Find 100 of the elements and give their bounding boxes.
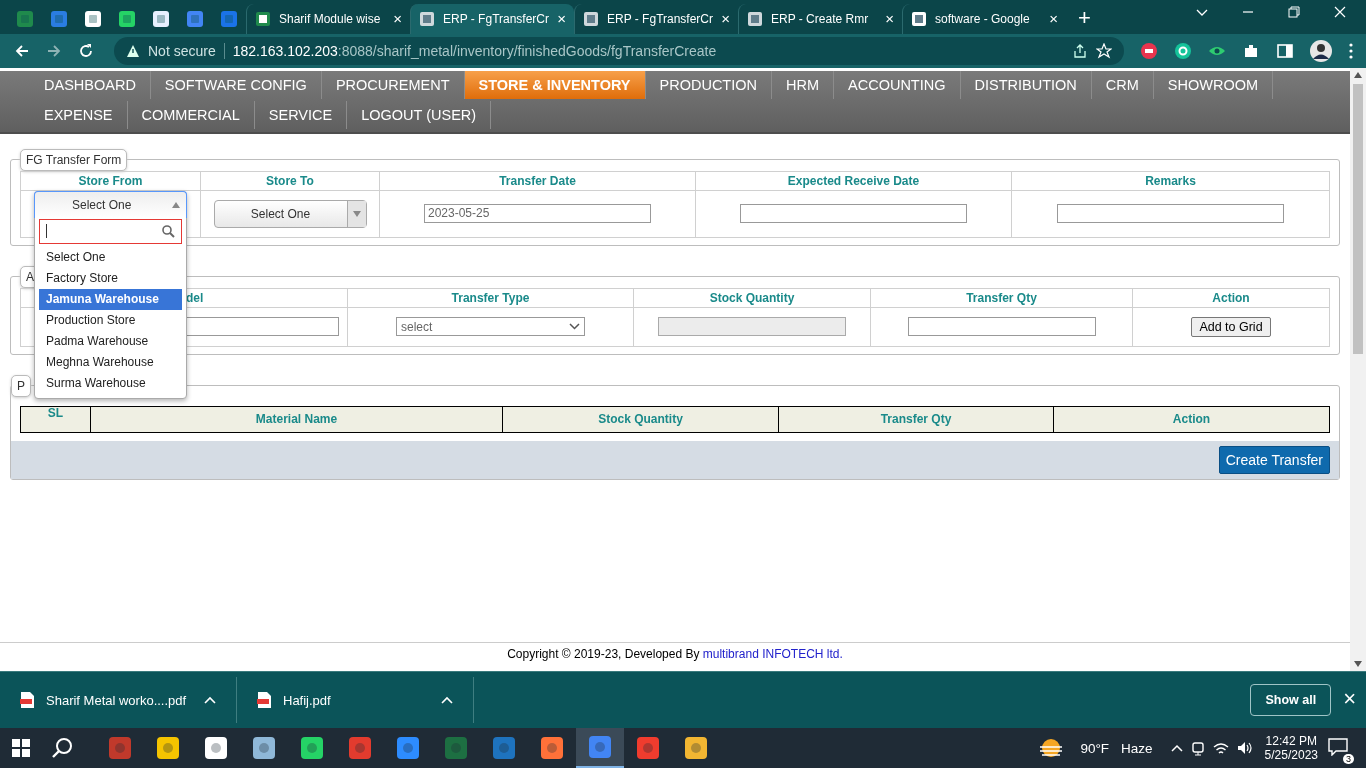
column-header: Transfer Type xyxy=(451,290,530,305)
app-icon xyxy=(492,736,516,760)
new-tab-button[interactable]: + xyxy=(1078,4,1091,31)
avatar-icon[interactable] xyxy=(1310,39,1332,62)
app-icon xyxy=(540,736,564,760)
app-icon xyxy=(252,736,276,760)
dropdown-arrow-icon xyxy=(172,201,180,208)
app-icon xyxy=(51,10,67,27)
chevron-up-icon[interactable] xyxy=(204,696,216,705)
clock-date: 5/25/2023 xyxy=(1264,748,1318,762)
scroll-down-icon[interactable] xyxy=(1354,661,1362,668)
dropdown-option[interactable]: Select One xyxy=(39,246,182,268)
transfer-qty-field[interactable] xyxy=(907,317,1096,337)
menu-item[interactable]: SERVICE xyxy=(254,100,348,129)
speaker-icon[interactable] xyxy=(1236,741,1253,755)
dropdown-option[interactable]: Production Store xyxy=(39,309,182,331)
browser-tab[interactable]: software - Google × xyxy=(902,3,1066,34)
dropdown-option[interactable]: Factory Store xyxy=(39,267,182,289)
browser-tab[interactable]: ERP - FgTransferCr × xyxy=(410,3,574,34)
wifi-icon[interactable] xyxy=(1212,741,1229,755)
back-icon[interactable] xyxy=(14,42,30,59)
menu-item[interactable]: LOGOUT (USER) xyxy=(347,100,492,129)
download-item[interactable]: Sharif Metal worko....pdf xyxy=(0,692,236,709)
close-icon[interactable] xyxy=(1334,5,1346,18)
weather-text: Haze xyxy=(1121,740,1153,756)
browser-tab[interactable]: ERP - Create Rmr × xyxy=(738,3,902,34)
app-icon xyxy=(156,736,180,760)
column-header: Transfer Qty xyxy=(880,412,952,427)
transfer-type-select[interactable]: select xyxy=(396,317,585,337)
menu-item[interactable]: SOFTWARE CONFIG xyxy=(150,70,322,99)
add-to-grid-button[interactable]: Add to Grid xyxy=(1191,316,1271,337)
column-header: Stock Quantity xyxy=(598,412,683,427)
address-bar[interactable]: Not secure 182.163.102.203:8088/sharif_metal/inventory/finishedGoods/fgTransferCreate xyxy=(114,36,1124,65)
tab-title: ERP - FgTransferCr xyxy=(443,11,550,26)
copyright-text: Copyright © 2019-23, Developed By multibrand INFOTECH ltd. xyxy=(507,647,843,662)
search-icon[interactable] xyxy=(52,737,74,759)
notification-badge: 3 xyxy=(1343,753,1354,764)
restore-icon[interactable] xyxy=(1288,5,1300,18)
expected-receive-date-field[interactable] xyxy=(740,204,967,224)
menu-item[interactable]: HRM xyxy=(772,70,835,99)
meet-now-icon[interactable] xyxy=(1190,740,1205,756)
app-icon xyxy=(187,10,203,27)
company-link[interactable]: multibrand INFOTECH ltd. xyxy=(702,647,843,662)
section-legend: P xyxy=(11,374,31,397)
chevron-up-icon[interactable] xyxy=(441,696,453,705)
column-header: Stock Quantity xyxy=(709,290,795,305)
scroll-up-icon[interactable] xyxy=(1354,71,1362,78)
dropdown-option[interactable]: Padma Warehouse xyxy=(39,330,182,352)
extension-icon[interactable] xyxy=(1174,41,1192,60)
column-header: Transfer Qty xyxy=(966,290,1037,305)
download-item[interactable]: Hafij.pdf xyxy=(237,692,473,709)
column-header: Action xyxy=(1172,412,1211,427)
chevron-up-icon[interactable] xyxy=(1170,744,1183,752)
page-icon xyxy=(255,10,271,27)
dropdown-option[interactable]: Surma Warehouse xyxy=(39,372,182,394)
store-from-select[interactable]: Select One xyxy=(34,190,187,218)
extension-icon[interactable] xyxy=(1140,41,1158,60)
star-icon[interactable] xyxy=(1096,42,1112,59)
store-to-select[interactable]: Select One xyxy=(213,199,367,228)
tab-close-button[interactable]: × xyxy=(885,10,894,28)
menu-item[interactable]: DASHBOARD xyxy=(30,70,151,99)
security-label: Not secure xyxy=(148,42,216,59)
browser-tab[interactable]: Sharif Module wise × xyxy=(246,3,410,34)
menu-icon[interactable] xyxy=(1348,41,1354,60)
menu-item[interactable]: PRODUCTION xyxy=(645,70,772,99)
tab-close-button[interactable]: × xyxy=(393,10,402,28)
page-icon xyxy=(419,10,435,27)
notification-icon[interactable] xyxy=(1328,737,1348,756)
menu-item[interactable]: ACCOUNTING xyxy=(834,70,961,99)
remarks-field[interactable] xyxy=(1057,204,1284,224)
menu-item[interactable]: SHOWROOM xyxy=(1153,70,1274,99)
menu-item[interactable]: CRM xyxy=(1091,70,1154,99)
tab-close-button[interactable]: × xyxy=(1049,10,1058,28)
column-header: Action xyxy=(1212,290,1250,305)
transfer-date-field[interactable]: 2023-05-25 xyxy=(424,204,651,224)
search-field[interactable] xyxy=(39,218,182,244)
browser-tab[interactable]: ERP - FgTransferCr × xyxy=(574,3,738,34)
forward-icon[interactable] xyxy=(46,42,62,59)
create-transfer-button[interactable]: Create Transfer xyxy=(1218,445,1330,474)
menu-item[interactable]: PROCUREMENT xyxy=(321,70,465,99)
column-header: SL xyxy=(47,407,64,420)
windows-logo-icon[interactable] xyxy=(12,739,30,757)
show-all-button[interactable]: Show all xyxy=(1250,684,1332,717)
menu-item[interactable]: EXPENSE xyxy=(30,100,128,129)
share-icon[interactable] xyxy=(1072,42,1088,59)
page-icon xyxy=(583,10,599,27)
scrollbar[interactable] xyxy=(1350,67,1366,672)
side-panel-icon[interactable] xyxy=(1276,41,1294,60)
scroll-thumb[interactable] xyxy=(1353,83,1363,354)
menu-item[interactable]: COMMERCIAL xyxy=(127,100,255,129)
app-icon xyxy=(204,736,228,760)
reload-icon[interactable] xyxy=(78,42,94,59)
close-button[interactable]: × xyxy=(1343,686,1356,713)
tab-close-button[interactable]: × xyxy=(557,10,566,28)
temperature-text: 90°F xyxy=(1080,740,1110,756)
dropdown-option[interactable]: Jamuna Warehouse xyxy=(39,288,182,310)
menu-item[interactable]: DISTRIBUTION xyxy=(960,70,1092,99)
tab-title: software - Google xyxy=(935,11,1031,26)
dropdown-option[interactable]: Meghna Warehouse xyxy=(39,351,182,373)
tab-close-button[interactable]: × xyxy=(721,10,730,28)
